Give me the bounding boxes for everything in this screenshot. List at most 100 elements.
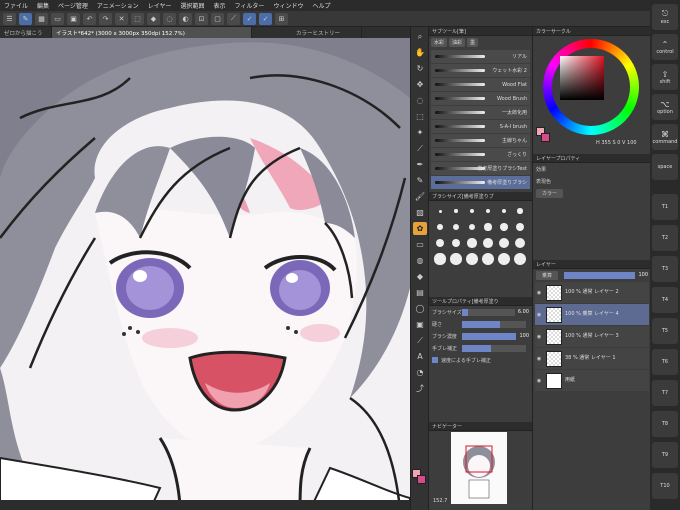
blend-icon[interactable]: ◍ xyxy=(413,254,427,267)
menu-help[interactable]: ヘルプ xyxy=(312,1,330,10)
menu-selection[interactable]: 選択範囲 xyxy=(181,1,205,10)
balloon-icon[interactable]: ◔ xyxy=(413,366,427,379)
key-command[interactable]: ⌘ command xyxy=(652,124,678,150)
brush-size-option[interactable] xyxy=(497,204,511,218)
lasso-icon[interactable]: ◌ xyxy=(413,94,427,107)
airbrush-icon[interactable]: ▧ xyxy=(413,206,427,219)
brush-size-option[interactable] xyxy=(513,252,527,266)
invert-icon[interactable]: ◐ xyxy=(179,12,192,25)
color-square[interactable] xyxy=(560,56,604,100)
key-T10[interactable]: T10 xyxy=(652,473,678,499)
layer-row[interactable]: ◉ 100 % 乗算 レイヤー 4 xyxy=(535,304,649,325)
brush-item[interactable]: リアル xyxy=(431,50,530,63)
decoration-icon[interactable]: ✿ xyxy=(413,222,427,235)
brush-item[interactable]: 備考厚塗りブラシTest xyxy=(431,162,530,175)
brush-size-option[interactable] xyxy=(497,252,511,266)
transform-icon[interactable]: ⬚ xyxy=(131,12,144,25)
frame-icon[interactable]: ▣ xyxy=(413,318,427,331)
select-icon[interactable]: ⬚ xyxy=(413,110,427,123)
brush-item[interactable]: S-A-I brush xyxy=(431,120,530,133)
layer-row[interactable]: ◉ 100 % 通常 レイヤー 3 xyxy=(535,326,649,347)
group-ink[interactable]: 墨 xyxy=(467,38,479,47)
brush-size-option[interactable] xyxy=(449,252,463,266)
group-watercolor[interactable]: 水彩 xyxy=(431,38,448,47)
key-esc[interactable]: ⎋ esc xyxy=(652,4,678,30)
key-T4[interactable]: T4 xyxy=(652,287,678,313)
correct-line-icon[interactable]: ⤴ xyxy=(413,382,427,395)
brush-item[interactable]: 一太郎化用 xyxy=(431,106,530,119)
eye-icon[interactable]: ◉ xyxy=(535,334,543,340)
key-option[interactable]: ⌥ option xyxy=(652,94,678,120)
hamburger-icon[interactable]: ☰ xyxy=(3,12,16,25)
brush-size-option[interactable] xyxy=(513,204,527,218)
brush-size-option[interactable] xyxy=(481,220,495,234)
grid-icon[interactable]: ▦ xyxy=(35,12,48,25)
brush-item[interactable]: ウェット水彩 2 xyxy=(431,64,530,77)
menu-animation[interactable]: アニメーション xyxy=(97,1,139,10)
drawing-canvas[interactable] xyxy=(0,38,410,510)
key-T2[interactable]: T2 xyxy=(652,225,678,251)
brush-size-option[interactable] xyxy=(465,204,479,218)
brush-item[interactable]: ざっくり xyxy=(431,148,530,161)
menu-filter[interactable]: フィルター xyxy=(235,1,265,10)
key-T7[interactable]: T7 xyxy=(652,380,678,406)
brush-size-option[interactable] xyxy=(465,252,479,266)
navigator-thumbnail[interactable] xyxy=(451,432,507,504)
folder-icon[interactable]: ▭ xyxy=(51,12,64,25)
brush-size-option[interactable] xyxy=(449,236,463,250)
text-icon[interactable]: A xyxy=(413,350,427,363)
prop-stabilization[interactable]: 手ブレ補正 xyxy=(429,342,532,354)
snap-grid-icon[interactable]: ⊞ xyxy=(275,12,288,25)
tab-document-2[interactable]: イラスト*642* (3000 x 3000px 350dpi 152.7%) xyxy=(52,27,252,38)
redo-icon[interactable]: ↷ xyxy=(99,12,112,25)
rotate-icon[interactable]: ↻ xyxy=(413,62,427,75)
brush-size-option[interactable] xyxy=(433,204,447,218)
zoom-icon[interactable]: ⌕ xyxy=(413,30,427,43)
color-wheel[interactable] xyxy=(543,39,639,135)
menu-window[interactable]: ウィンドウ xyxy=(273,1,303,10)
tab-color-history[interactable]: カラーヒストリー xyxy=(292,27,362,38)
checkbox-checked-icon[interactable] xyxy=(432,357,438,363)
move-icon[interactable]: ✥ xyxy=(413,78,427,91)
canvas-scrollbar[interactable] xyxy=(0,500,410,510)
brush-size-option[interactable] xyxy=(513,220,527,234)
group-oil[interactable]: 油彩 xyxy=(449,38,466,47)
wand-icon[interactable]: ✦ xyxy=(413,126,427,139)
pencil-icon[interactable]: ✎ xyxy=(413,174,427,187)
snap-ruler-icon[interactable]: ✓ xyxy=(259,12,272,25)
brush-icon[interactable]: 🖌 xyxy=(413,190,427,203)
brush-size-option[interactable] xyxy=(465,220,479,234)
brush-item-selected[interactable]: 備考厚塗りブラシ xyxy=(431,176,530,189)
brush-size-option[interactable] xyxy=(433,236,447,250)
eye-icon[interactable]: ◉ xyxy=(535,290,543,296)
expression-select[interactable]: カラー xyxy=(533,187,651,199)
brush-size-option[interactable] xyxy=(465,236,479,250)
brush-item[interactable]: Wood Flat xyxy=(431,78,530,91)
layer-blend-row[interactable]: 乗算 100 xyxy=(533,269,651,281)
eye-icon[interactable]: ◉ xyxy=(535,378,543,384)
pen-mode-icon[interactable]: ✎ xyxy=(19,12,32,25)
key-T8[interactable]: T8 xyxy=(652,411,678,437)
gradient-icon[interactable]: ▤ xyxy=(413,286,427,299)
brush-size-option[interactable] xyxy=(481,236,495,250)
key-T5[interactable]: T5 xyxy=(652,318,678,344)
figure-icon[interactable]: ◯ xyxy=(413,302,427,315)
menu-layer[interactable]: レイヤー xyxy=(148,1,172,10)
brush-size-option[interactable] xyxy=(481,204,495,218)
brush-size-option[interactable] xyxy=(497,220,511,234)
brush-size-option[interactable] xyxy=(449,204,463,218)
menu-edit[interactable]: 編集 xyxy=(37,1,49,10)
brush-size-option[interactable] xyxy=(433,252,447,266)
prop-brush-size[interactable]: ブラシサイズ 6.00 xyxy=(429,306,532,318)
brush-item[interactable]: Wood Brush xyxy=(431,92,530,105)
brush-size-option[interactable] xyxy=(433,220,447,234)
sub-color-chip[interactable] xyxy=(541,133,550,142)
menu-page[interactable]: ページ管理 xyxy=(58,1,88,10)
fill-icon[interactable]: ◆ xyxy=(147,12,160,25)
key-T1[interactable]: T1 xyxy=(652,194,678,220)
eraser-icon[interactable]: ▭ xyxy=(413,238,427,251)
key-shift[interactable]: ⇧ shift xyxy=(652,64,678,90)
layer-row[interactable]: ◉ 100 % 通常 レイヤー 2 xyxy=(535,282,649,303)
eye-icon[interactable]: ◉ xyxy=(535,312,543,318)
key-T9[interactable]: T9 xyxy=(652,442,678,468)
